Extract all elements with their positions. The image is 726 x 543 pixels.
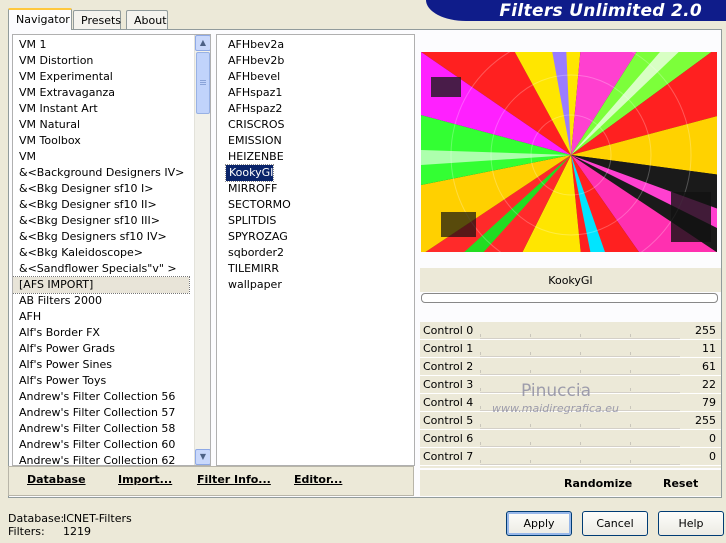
app-title: Filters Unlimited 2.0: [499, 1, 702, 21]
tab-about[interactable]: About: [126, 10, 168, 29]
filter-item[interactable]: AFHspaz2: [225, 101, 282, 117]
filters-count-label: Filters:: [8, 525, 45, 538]
filter-item[interactable]: AFHbev2b: [225, 53, 284, 69]
category-item[interactable]: AB Filters 2000: [13, 293, 189, 309]
category-item[interactable]: VM Toolbox: [13, 133, 189, 149]
category-item[interactable]: Andrew's Filter Collection 58: [13, 421, 189, 437]
database-label: Database:: [8, 512, 65, 525]
category-item[interactable]: VM 1: [13, 37, 189, 53]
filter-preview-image: [421, 52, 717, 252]
category-list[interactable]: VM 1 VM Distortion VM Experimental VM Extra…: [12, 34, 211, 466]
category-item[interactable]: Andrew's Filter Collection 60: [13, 437, 189, 453]
filter-item[interactable]: SPYROZAG: [225, 229, 288, 245]
filter-item[interactable]: CRISCROS: [225, 117, 285, 133]
control-value: 0: [709, 450, 716, 463]
cancel-button[interactable]: Cancel: [582, 511, 648, 536]
filter-item[interactable]: EMISSION: [225, 133, 282, 149]
category-item[interactable]: Andrew's Filter Collection 57: [13, 405, 189, 421]
category-item[interactable]: Andrew's Filter Collection 62: [13, 453, 189, 465]
filter-item[interactable]: HEIZENBE: [225, 149, 284, 165]
category-item[interactable]: &<Background Designers IV>: [13, 165, 189, 181]
control-label: Control 7: [423, 450, 474, 463]
control-value: 255: [695, 324, 716, 337]
tab-presets[interactable]: Presets: [73, 10, 121, 29]
control-row[interactable]: Control 6 0: [420, 430, 721, 448]
control-label: Control 0: [423, 324, 474, 337]
scroll-down-button[interactable]: ▼: [195, 449, 210, 465]
progress-bar: [421, 293, 718, 303]
category-item[interactable]: &<Bkg Designer sf10 III>: [13, 213, 189, 229]
category-item[interactable]: VM Experimental: [13, 69, 189, 85]
control-label: Control 6: [423, 432, 474, 445]
category-scrollbar[interactable]: ▲ ▼: [194, 35, 210, 465]
watermark-url: www.maidiregrafica.eu: [492, 402, 619, 415]
filter-item[interactable]: AFHbevel: [225, 69, 280, 85]
database-value: ICNET-Filters: [63, 512, 132, 525]
control-value: 255: [695, 414, 716, 427]
filter-info-button[interactable]: Filter Info...: [197, 473, 271, 486]
help-button[interactable]: Help: [658, 511, 724, 536]
list-toolbar: Database Import... Filter Info... Editor…: [8, 466, 414, 496]
filter-item[interactable]: AFHbev2a: [225, 37, 284, 53]
filter-list[interactable]: AFHbev2a AFHbev2b AFHbevel AFHspaz1 AFHspaz2…: [216, 34, 415, 466]
control-value: 61: [702, 360, 716, 373]
category-item[interactable]: VM Distortion: [13, 53, 189, 69]
category-item[interactable]: VM Extravaganza: [13, 85, 189, 101]
control-value: 11: [702, 342, 716, 355]
category-item[interactable]: Andrew's Filter Collection 56: [13, 389, 189, 405]
filter-item[interactable]: TILEMIRR: [225, 261, 279, 277]
category-item[interactable]: VM Instant Art: [13, 101, 189, 117]
scroll-up-button[interactable]: ▲: [195, 35, 210, 51]
control-value: 0: [709, 432, 716, 445]
control-label: Control 2: [423, 360, 474, 373]
category-item[interactable]: VM Natural: [13, 117, 189, 133]
filter-item[interactable]: sqborder2: [225, 245, 284, 261]
filter-item[interactable]: KookyGI: [224, 164, 275, 182]
category-item[interactable]: AFH: [13, 309, 189, 325]
category-item[interactable]: &<Bkg Designer sf10 I>: [13, 181, 189, 197]
category-item[interactable]: VM: [13, 149, 189, 165]
filter-item[interactable]: wallpaper: [225, 277, 282, 293]
watermark-name: Pinuccia: [521, 381, 591, 401]
control-label: Control 5: [423, 414, 474, 427]
category-item[interactable]: &<Bkg Designer sf10 II>: [13, 197, 189, 213]
control-label: Control 3: [423, 378, 474, 391]
control-row[interactable]: Control 7 0: [420, 448, 721, 466]
control-value: 22: [702, 378, 716, 391]
category-item[interactable]: Alf's Power Sines: [13, 357, 189, 373]
control-value: 79: [702, 396, 716, 409]
tab-navigator[interactable]: Navigator: [8, 8, 72, 30]
filter-item[interactable]: MIRROFF: [225, 181, 277, 197]
filter-item[interactable]: AFHspaz1: [225, 85, 282, 101]
control-label: Control 1: [423, 342, 474, 355]
control-label: Control 4: [423, 396, 474, 409]
category-item[interactable]: [AFS IMPORT]: [13, 276, 190, 294]
randomize-button[interactable]: Randomize: [564, 477, 632, 490]
title-banner: Filters Unlimited 2.0: [426, 0, 726, 21]
editor-button[interactable]: Editor...: [294, 473, 342, 486]
category-item[interactable]: &<Bkg Designers sf10 IV>: [13, 229, 189, 245]
category-item[interactable]: Alf's Power Grads: [13, 341, 189, 357]
reset-button[interactable]: Reset: [663, 477, 698, 490]
apply-button[interactable]: Apply: [506, 511, 572, 536]
controls-toolbar: Randomize Reset: [420, 470, 721, 496]
control-row[interactable]: Control 0 255: [420, 322, 721, 340]
scroll-thumb[interactable]: [196, 52, 210, 114]
selected-filter-name: KookyGI: [420, 268, 721, 292]
control-row[interactable]: Control 2 61: [420, 358, 721, 376]
category-item[interactable]: Alf's Border FX: [13, 325, 189, 341]
control-row[interactable]: Control 1 11: [420, 340, 721, 358]
category-item[interactable]: &<Bkg Kaleidoscope>: [13, 245, 189, 261]
database-button[interactable]: Database: [27, 473, 86, 486]
filters-count-value: 1219: [63, 525, 91, 538]
category-item[interactable]: Alf's Power Toys: [13, 373, 189, 389]
filter-item[interactable]: SECTORMO: [225, 197, 291, 213]
import-button[interactable]: Import...: [118, 473, 172, 486]
filter-item[interactable]: SPLITDIS: [225, 213, 276, 229]
category-item[interactable]: &<Sandflower Specials"v" >: [13, 261, 189, 277]
